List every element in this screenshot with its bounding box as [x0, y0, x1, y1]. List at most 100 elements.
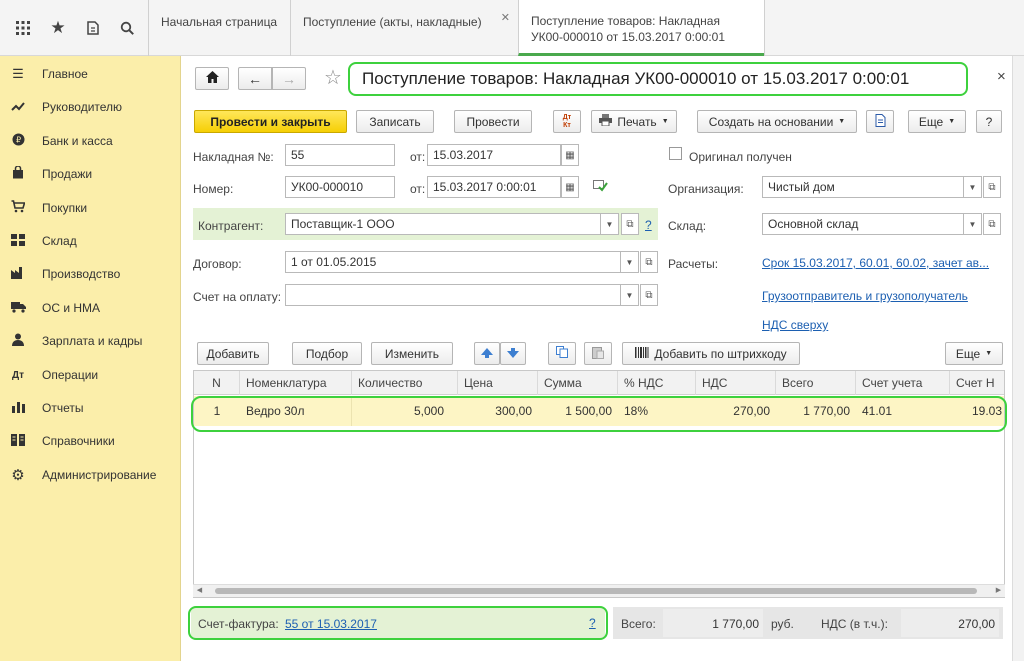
tab-home[interactable]: Начальная страница	[148, 0, 290, 56]
sidebar-item-salary[interactable]: Зарплата и кадры	[0, 327, 181, 355]
add-row-button[interactable]: Добавить	[197, 342, 269, 365]
warehouse-field[interactable]: Основной склад	[762, 213, 964, 235]
sidebar-item-main[interactable]: ☰ Главное	[0, 60, 181, 88]
close-icon[interactable]: ✕	[501, 10, 510, 26]
move-up-button[interactable]	[474, 342, 500, 365]
more-button[interactable]: Еще ▼	[908, 110, 966, 133]
back-button[interactable]: ←	[238, 67, 272, 90]
tab-receipts[interactable]: Поступление (акты, накладные) ✕	[290, 0, 518, 56]
star-icon[interactable]: ★	[41, 0, 75, 56]
sidebar-item-fixed-assets[interactable]: ОС и НМА	[0, 294, 181, 322]
chevron-down-icon[interactable]: ▼	[964, 176, 982, 198]
scroll-right-icon[interactable]: ▶	[992, 585, 1005, 597]
close-form-icon[interactable]: ×	[997, 68, 1006, 85]
help-button[interactable]: ?	[976, 110, 1002, 133]
column-header-quantity[interactable]: Количество	[352, 371, 458, 395]
post-button[interactable]: Провести	[454, 110, 532, 133]
dt-kt-button[interactable]: Дт Кт	[553, 110, 581, 133]
column-header-vat-account[interactable]: Счет Н	[950, 371, 1004, 395]
document-form: ← → ☆ Поступление товаров: Накладная УК0…	[181, 56, 1012, 661]
column-header-total[interactable]: Всего	[776, 371, 856, 395]
sidebar-item-reports[interactable]: Отчеты	[0, 394, 181, 422]
calendar-icon[interactable]: ▦	[561, 144, 579, 166]
invoice-help-link[interactable]: ?	[589, 616, 596, 630]
forward-button[interactable]: →	[272, 67, 306, 90]
sidebar-item-production[interactable]: Производство	[0, 260, 181, 288]
sidebar-item-admin[interactable]: ⚙ Администрирование	[0, 461, 181, 489]
search-icon[interactable]	[110, 0, 144, 56]
post-and-close-button[interactable]: Провести и закрыть	[194, 110, 347, 133]
contractor-help-link[interactable]: ?	[645, 218, 652, 232]
move-down-button[interactable]	[500, 342, 526, 365]
save-button[interactable]: Записать	[356, 110, 434, 133]
calendar-icon[interactable]: ▦	[561, 176, 579, 198]
copy-row-button[interactable]	[548, 342, 576, 365]
warehouse-label: Склад:	[668, 219, 707, 233]
contractor-field[interactable]: Поставщик-1 ООО	[285, 213, 601, 235]
sidebar-item-manager[interactable]: Руководителю	[0, 93, 181, 121]
create-based-on-button[interactable]: Создать на основании ▼	[697, 110, 857, 133]
home-icon	[205, 71, 219, 86]
sidebar-item-bank[interactable]: ₽ Банк и касса	[0, 127, 181, 155]
sidebar-item-warehouse[interactable]: Склад	[0, 227, 181, 255]
shipper-consignee-link[interactable]: Грузоотправитель и грузополучатель	[762, 289, 968, 303]
open-icon[interactable]: ⧉	[983, 176, 1001, 198]
arrow-left-icon: ←	[248, 70, 262, 87]
tab-current-document-label: Поступление товаров: Накладная УК00-0000…	[531, 14, 726, 44]
invoice-number-field[interactable]: 55	[285, 144, 395, 166]
chevron-down-icon[interactable]: ▼	[621, 284, 639, 306]
number-field[interactable]: УК00-000010	[285, 176, 395, 198]
sidebar-item-label: Банк и касса	[42, 134, 113, 148]
sidebar-item-purchases[interactable]: Покупки	[0, 194, 181, 222]
apps-grid-icon[interactable]	[6, 0, 40, 56]
settlements-link[interactable]: Срок 15.03.2017, 60.01, 60.02, зачет ав.…	[762, 256, 989, 270]
scrollbar-thumb[interactable]	[215, 588, 977, 594]
table-more-button[interactable]: Еще ▼	[945, 342, 1003, 365]
open-icon[interactable]: ⧉	[640, 251, 658, 273]
sidebar-item-catalogs[interactable]: Справочники	[0, 427, 181, 455]
pick-button[interactable]: Подбор	[292, 342, 362, 365]
history-icon[interactable]	[76, 0, 110, 56]
original-received-checkbox[interactable]	[669, 147, 682, 160]
open-icon[interactable]: ⧉	[983, 213, 1001, 235]
chevron-down-icon[interactable]: ▼	[964, 213, 982, 235]
tab-current-document[interactable]: Поступление товаров: Накладная УК00-0000…	[518, 0, 764, 56]
edit-check-icon[interactable]	[593, 180, 608, 195]
vat-on-top-link[interactable]: НДС сверху	[762, 318, 828, 332]
chevron-down-icon: ▼	[661, 118, 669, 125]
sidebar-item-operations[interactable]: Дт Операции	[0, 361, 181, 389]
chevron-down-icon[interactable]: ▼	[601, 213, 619, 235]
favorite-star-icon[interactable]: ☆	[324, 65, 342, 90]
report-button[interactable]	[866, 110, 894, 133]
contract-field[interactable]: 1 от 01.05.2015	[285, 251, 621, 273]
horizontal-scrollbar[interactable]: ◀ ▶	[193, 584, 1005, 597]
currency-label: руб.	[771, 617, 794, 631]
organization-field[interactable]: Чистый дом	[762, 176, 964, 198]
sidebar-item-sales[interactable]: Продажи	[0, 160, 181, 188]
column-header-sum[interactable]: Сумма	[538, 371, 618, 395]
invoice-date-field[interactable]: 15.03.2017	[427, 144, 561, 166]
open-icon[interactable]: ⧉	[640, 284, 658, 306]
factory-icon	[0, 266, 30, 282]
sidebar-item-label: Главное	[42, 67, 88, 81]
edit-row-button[interactable]: Изменить	[371, 342, 453, 365]
column-header-price[interactable]: Цена	[458, 371, 538, 395]
report-chart-icon	[0, 401, 30, 416]
document-datetime-field[interactable]: 15.03.2017 0:00:01	[427, 176, 561, 198]
date-label: от:	[410, 182, 426, 196]
column-header-item[interactable]: Номенклатура	[240, 371, 352, 395]
chevron-down-icon[interactable]: ▼	[621, 251, 639, 273]
open-icon[interactable]: ⧉	[621, 213, 639, 235]
print-button[interactable]: Печать ▼	[591, 110, 677, 133]
paste-button[interactable]	[584, 342, 612, 365]
column-header-n[interactable]: N	[194, 371, 240, 395]
add-by-barcode-button[interactable]: Добавить по штрихкоду	[622, 342, 800, 365]
column-header-vat-rate[interactable]: % НДС	[618, 371, 696, 395]
invoice-link[interactable]: 55 от 15.03.2017	[285, 617, 377, 631]
scroll-left-icon[interactable]: ◀	[193, 585, 206, 597]
home-button[interactable]	[195, 67, 229, 90]
payment-account-field[interactable]	[285, 284, 621, 306]
column-header-account[interactable]: Счет учета	[856, 371, 950, 395]
add-by-barcode-label: Добавить по штрихкоду	[654, 346, 787, 361]
column-header-vat[interactable]: НДС	[696, 371, 776, 395]
